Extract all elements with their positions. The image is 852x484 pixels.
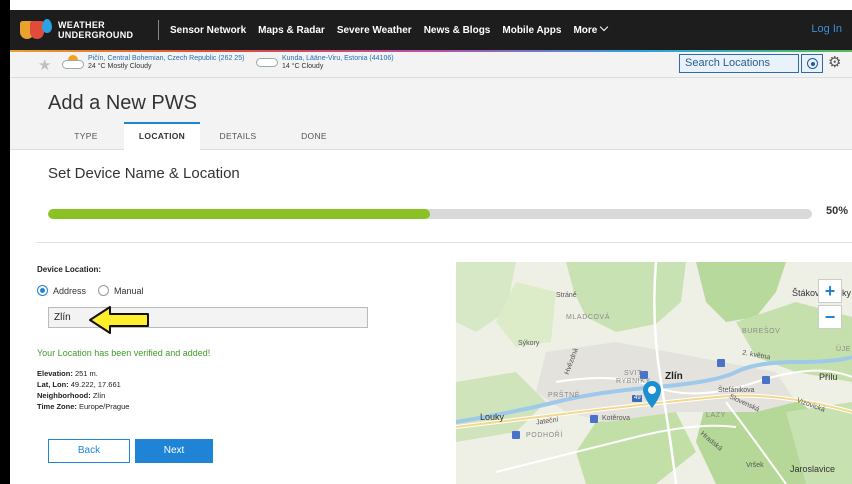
nav-divider [158, 20, 159, 40]
map-label-stefanikova: Štefánikova [718, 387, 755, 394]
radio-manual[interactable] [98, 285, 110, 296]
chevron-down-icon [600, 22, 609, 32]
map-label-jaroslavice: Jaroslavice [790, 464, 836, 474]
back-button[interactable]: Back [48, 439, 130, 463]
tab-type[interactable]: TYPE [48, 122, 124, 150]
login-link[interactable]: Log In [811, 23, 842, 35]
nav-more-label: More [573, 25, 598, 36]
map-label-road49: 49 [634, 395, 641, 401]
map-label-podhori: PODHOŘÍ [526, 432, 563, 439]
pointer-arrow-icon [89, 306, 149, 334]
map-label-zlin: Zlín [665, 371, 683, 382]
location-2-condition: 14 °C Cloudy [282, 63, 324, 70]
next-button[interactable]: Next [135, 439, 213, 463]
timezone-value: Europe/Prague [78, 402, 130, 411]
page-title: Add a New PWS [48, 92, 197, 114]
map-label-prstne: PRŠTNÉ [548, 392, 580, 399]
elevation-value: 251 m. [74, 369, 98, 378]
locate-me-button[interactable] [801, 54, 823, 73]
map-label-buresov: BUREŠOV [742, 328, 781, 335]
location-details: Elevation: 251 m. Lat, Lon: 49.222, 17.6… [37, 368, 129, 412]
wu-logo[interactable]: WEATHER UNDERGROUND [20, 16, 133, 44]
wizard-tabs: TYPE LOCATION DETAILS DONE [48, 122, 352, 151]
search-locations-input[interactable]: Search Locations [679, 54, 799, 73]
progress-fill [48, 209, 430, 219]
map-label-louky: Louky [480, 412, 505, 422]
map-label-sykory: Sýkory [518, 340, 540, 347]
wu-logo-icon [20, 19, 52, 41]
favorite-star-icon[interactable]: ★ [38, 56, 51, 74]
window-frame [0, 0, 10, 484]
map-label-koterova: Kotěrova [602, 415, 631, 422]
nav-maps-radar[interactable]: Maps & Radar [258, 25, 325, 36]
map-label-uje: ÚJE [836, 346, 852, 353]
device-location-label: Device Location: [37, 265, 102, 274]
location-mode-radios: Address Manual [37, 285, 144, 296]
progress-bar [48, 209, 812, 219]
gear-icon[interactable]: ⚙ [828, 53, 841, 71]
verified-message: Your Location has been verified and adde… [37, 348, 211, 358]
divider [36, 242, 852, 243]
timezone-label: Time Zone: [37, 402, 77, 411]
map-label-mladcova: MLADCOVÁ [566, 314, 611, 321]
zoom-out-button[interactable]: − [818, 305, 842, 329]
radio-address[interactable] [37, 285, 48, 296]
map-label-vrsek: Vršek [746, 462, 764, 469]
progress-percent: 50% [826, 205, 849, 217]
section-title: Set Device Name & Location [48, 165, 240, 182]
nav-severe-weather[interactable]: Severe Weather [337, 25, 412, 36]
location-2-place: Kunda, Lääne-Viru, Estonia (44106) [282, 55, 394, 62]
location-map[interactable]: Stráně Štákov ky MLADCOVÁ BUREŠOV Sýkory… [456, 262, 852, 484]
map-label-stakov: Štákov [792, 288, 820, 298]
logo-line1: WEATHER [58, 20, 105, 30]
neighborhood-label: Neighborhood: [37, 391, 91, 400]
saved-location-2[interactable]: Kunda, Lääne-Viru, Estonia (44106) 14 °C… [256, 55, 394, 71]
tab-location[interactable]: LOCATION [124, 122, 200, 151]
map-pin-icon[interactable] [641, 379, 663, 409]
map-label-lazy: LAZY [706, 412, 726, 419]
radio-manual-label[interactable]: Manual [114, 286, 144, 296]
tab-done[interactable]: DONE [276, 122, 352, 150]
zoom-in-button[interactable]: + [818, 279, 842, 303]
location-1-place: Pičín, Central Bohemian, Czech Republic … [88, 55, 245, 62]
nav-news-blogs[interactable]: News & Blogs [424, 25, 491, 36]
page-header: Add a New PWS TYPE LOCATION DETAILS DONE [10, 78, 852, 151]
map-label-svit: SVIT- [624, 370, 645, 377]
saved-location-1[interactable]: Pičín, Central Bohemian, Czech Republic … [62, 55, 244, 71]
latlon-label: Lat, Lon: [37, 380, 69, 389]
partly-cloudy-icon [62, 55, 84, 69]
map-label-ky: ky [842, 288, 851, 298]
neighborhood-value: Zlín [92, 391, 106, 400]
tab-details[interactable]: DETAILS [200, 122, 276, 150]
location-1-condition: 24 °C Mostly Cloudy [88, 63, 152, 70]
elevation-label: Elevation: [37, 369, 73, 378]
map-label-prilu: Přílu [819, 372, 838, 382]
nav-mobile-apps[interactable]: Mobile Apps [502, 25, 561, 36]
nav-sensor-network[interactable]: Sensor Network [170, 25, 246, 36]
cloudy-icon [256, 55, 278, 69]
nav-menu: Sensor Network Maps & Radar Severe Weath… [170, 10, 609, 50]
radio-address-label[interactable]: Address [53, 286, 86, 296]
map-label-strane: Stráně [556, 292, 577, 299]
nav-more[interactable]: More [573, 22, 609, 36]
logo-line2: UNDERGROUND [58, 30, 134, 40]
latlon-value: 49.222, 17.661 [70, 380, 121, 389]
top-navigation: WEATHER UNDERGROUND Sensor Network Maps … [10, 10, 852, 50]
